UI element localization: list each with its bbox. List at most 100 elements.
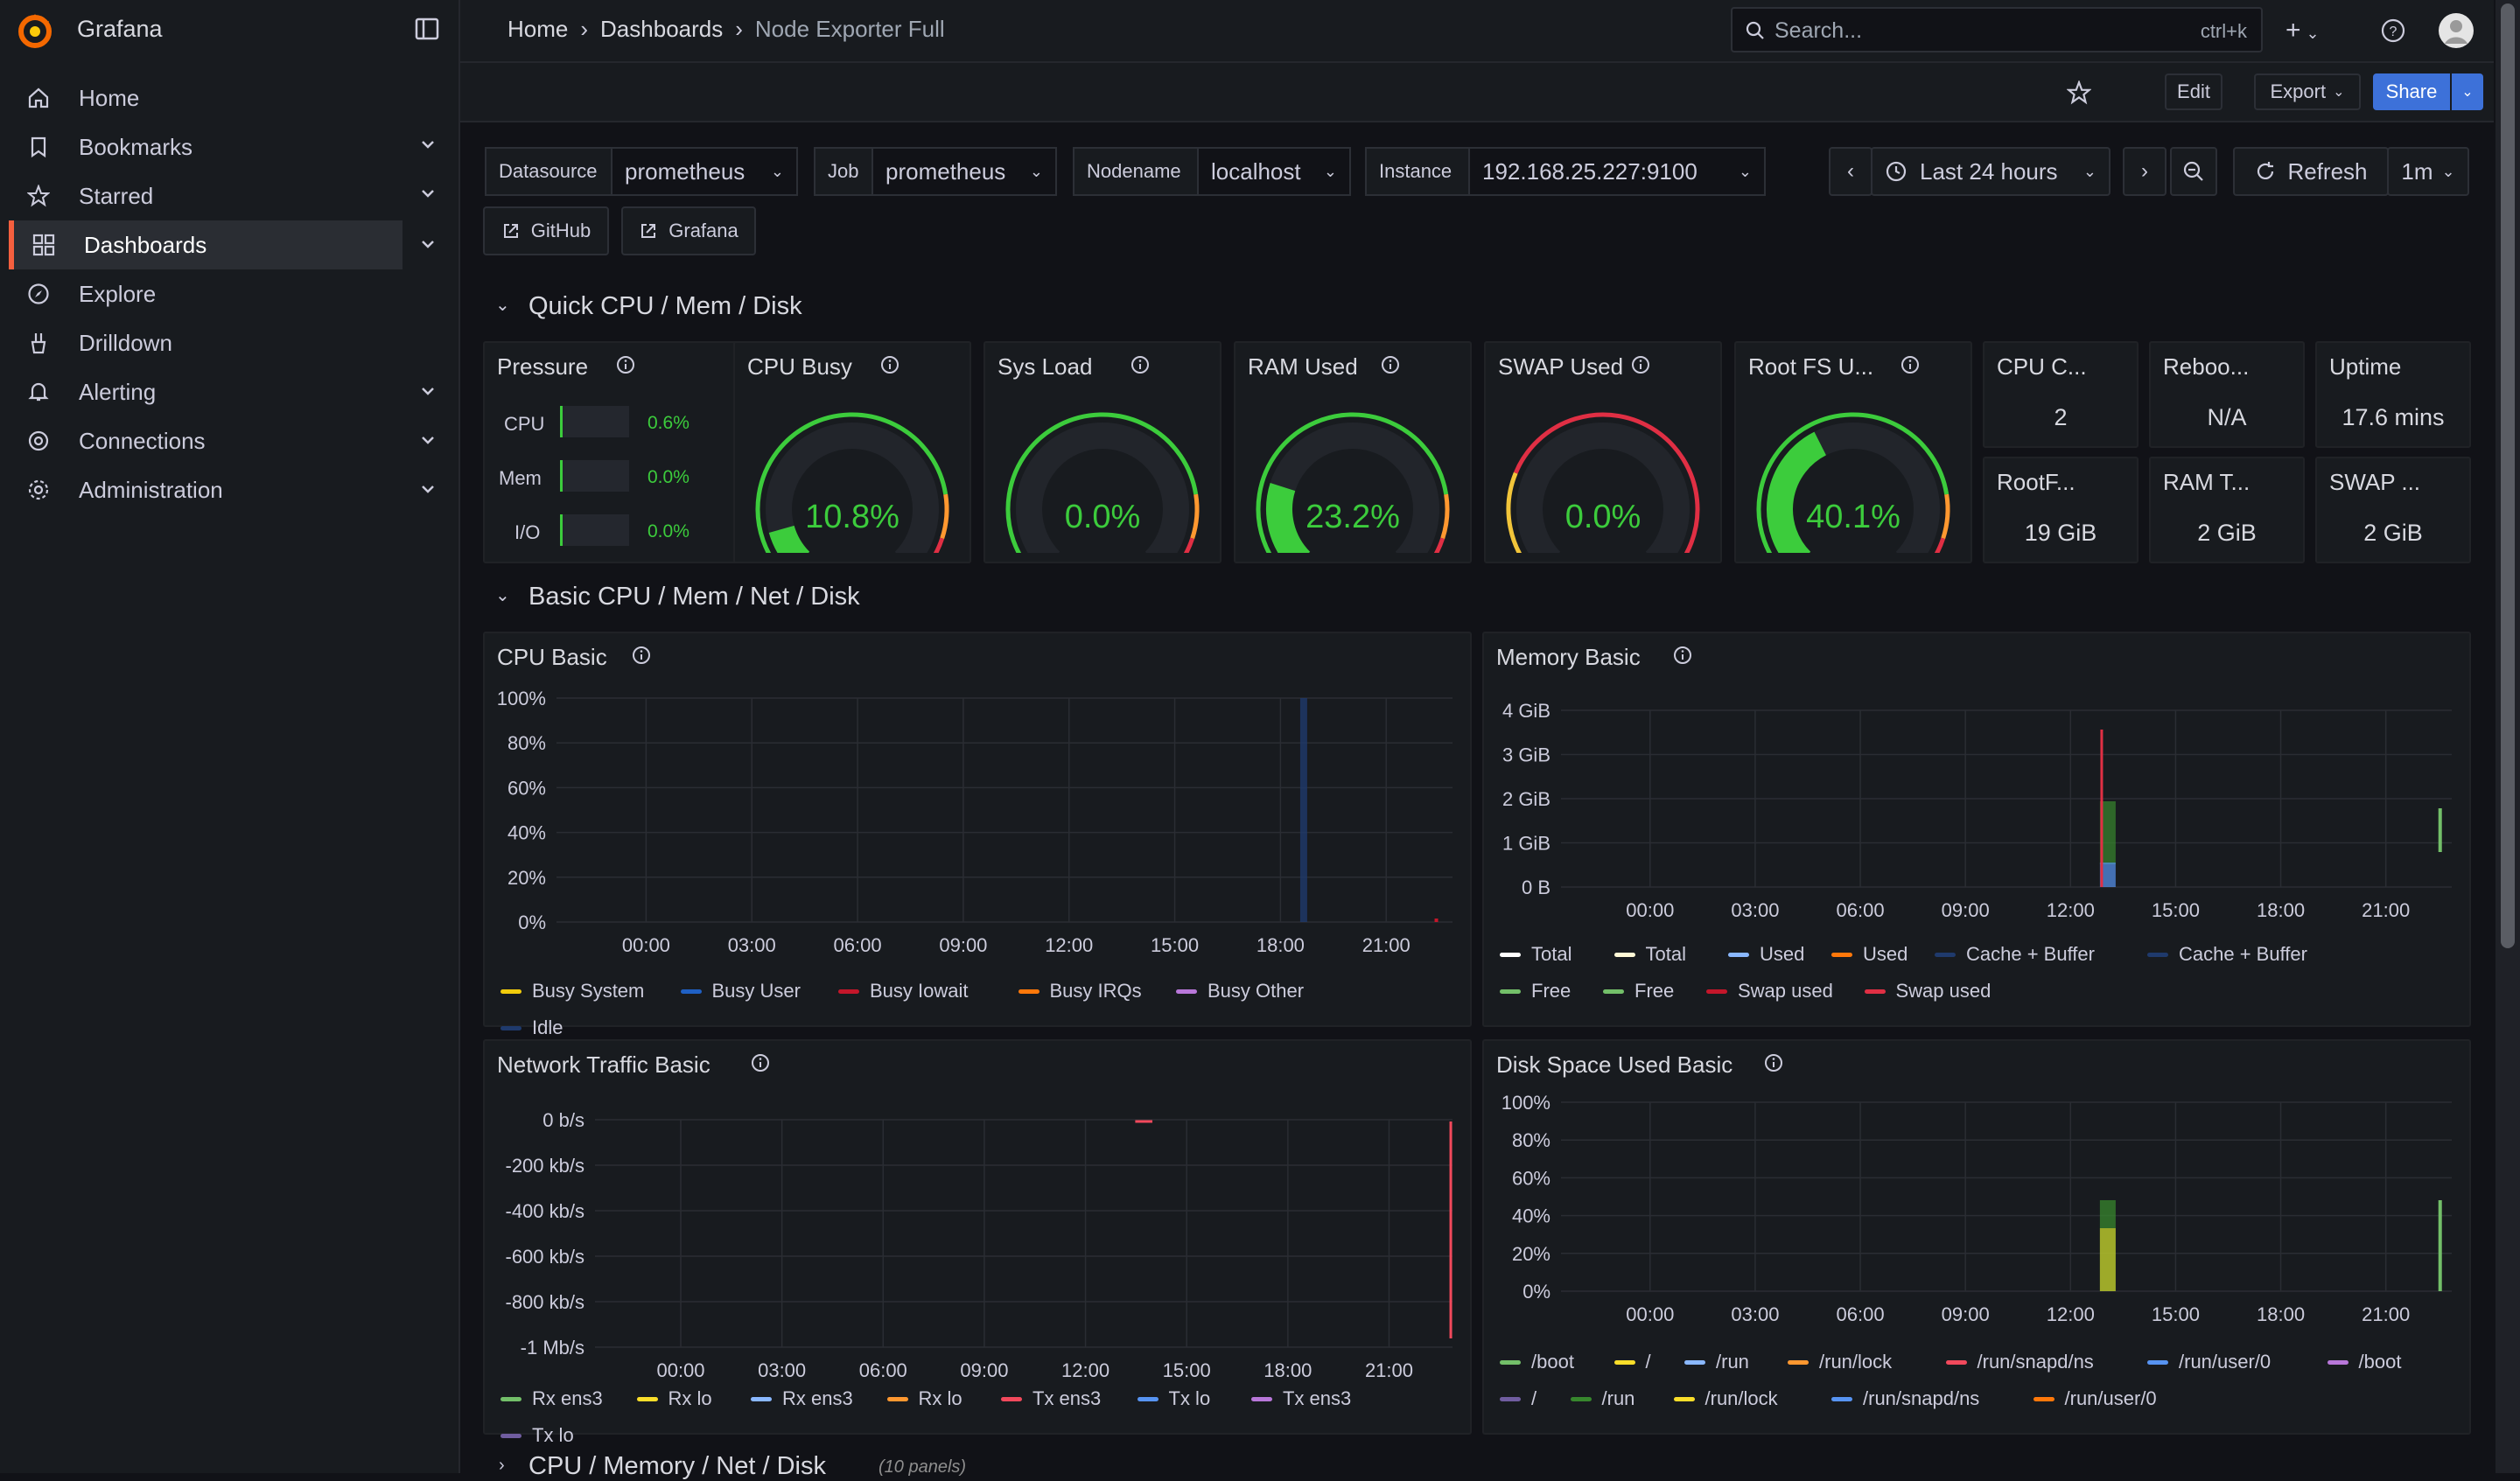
add-new-button[interactable]: + ⌄	[2286, 16, 2320, 45]
sidebar-item-home[interactable]: Home	[9, 73, 397, 122]
share-button[interactable]: Share	[2373, 73, 2450, 110]
legend-swatch	[2327, 1359, 2348, 1365]
row-title-basic[interactable]: Basic CPU / Mem / Net / Disk	[528, 583, 860, 611]
info-icon[interactable]	[1673, 646, 1692, 665]
sidebar-item-drilldown[interactable]: Drilldown	[9, 318, 397, 367]
legend-item[interactable]: /run/user/0	[2147, 1351, 2271, 1373]
breadcrumb-separator-icon: ›	[735, 16, 743, 42]
legend-item[interactable]: Rx lo	[636, 1387, 712, 1410]
sidebar-item-administration[interactable]: Administration	[9, 465, 397, 514]
scrollbar-thumb[interactable]	[2501, 3, 2515, 948]
zoom-out-button[interactable]	[2170, 147, 2217, 196]
legend-item[interactable]: Total	[1614, 943, 1686, 966]
legend-item[interactable]: Busy IRQs	[1018, 980, 1142, 1002]
info-icon[interactable]	[1764, 1053, 1783, 1072]
chevron-down-icon[interactable]	[416, 182, 439, 205]
edit-button[interactable]: Edit	[2165, 73, 2222, 110]
legend-item[interactable]: Tx lo	[500, 1424, 574, 1447]
grafana-link-button[interactable]: Grafana	[621, 206, 756, 255]
legend-item[interactable]: Tx ens3	[1001, 1387, 1101, 1410]
legend-item[interactable]: /run/lock	[1673, 1387, 1778, 1410]
sidebar-item-alerting[interactable]: Alerting	[9, 367, 397, 416]
sidebar-item-starred[interactable]: Starred	[9, 171, 397, 220]
cpu-basic-chart[interactable]: 100% 80% 60% 40% 20% 0% 00:00 03:00 06:00 09:00 12…	[485, 677, 1470, 975]
legend-item[interactable]: Busy Iowait	[838, 980, 969, 1002]
legend-item[interactable]: Idle	[500, 1016, 563, 1039]
chevron-down-icon[interactable]	[416, 429, 439, 451]
chevron-down-icon[interactable]: ⌄	[495, 584, 510, 606]
legend-item[interactable]: Rx ens3	[751, 1387, 853, 1410]
info-icon[interactable]	[1900, 355, 1920, 374]
legend-item[interactable]: /run/snapd/ns	[1945, 1351, 2094, 1373]
sidebar-item-dashboards[interactable]: Dashboards	[9, 220, 402, 269]
network-basic-chart[interactable]: 0 b/s -200 kb/s -400 kb/s -600 kb/s -800 kb/…	[485, 1085, 1470, 1382]
legend-item[interactable]: Cache + Buffer	[2147, 943, 2307, 966]
legend-item[interactable]: Swap used	[1864, 980, 1991, 1002]
info-icon[interactable]	[1130, 355, 1150, 374]
legend-item[interactable]: Rx ens3	[500, 1387, 603, 1410]
star-icon[interactable]	[2067, 80, 2091, 105]
time-range-picker[interactable]: Last 24 hours ⌄	[1871, 147, 2110, 196]
sidebar-item-connections[interactable]: Connections	[9, 416, 397, 465]
legend-item[interactable]: Busy System	[500, 980, 644, 1002]
legend-item[interactable]: Free	[1603, 980, 1674, 1002]
sidebar-item-explore[interactable]: Explore	[9, 269, 397, 318]
disk-basic-chart[interactable]: 100% 80% 60% 40% 20% 0% 00:00 03:00 06:00 09:00 12…	[1484, 1085, 2469, 1347]
legend-item[interactable]: Rx lo	[886, 1387, 962, 1410]
legend-item[interactable]: /run/user/0	[2033, 1387, 2157, 1410]
legend-item[interactable]: /	[1500, 1387, 1536, 1410]
legend-item[interactable]: /boot	[2327, 1351, 2401, 1373]
legend-item[interactable]: Busy User	[680, 980, 801, 1002]
sidebar-item-bookmarks[interactable]: Bookmarks	[9, 122, 397, 171]
legend-item[interactable]: Swap used	[1706, 980, 1833, 1002]
chevron-down-icon[interactable]	[416, 380, 439, 402]
github-link-button[interactable]: GitHub	[483, 206, 609, 255]
time-back-button[interactable]: ‹	[1829, 147, 1872, 196]
instance-select[interactable]: 192.168.25.227:9100 ⌄	[1468, 147, 1766, 196]
breadcrumb-home[interactable]: Home	[508, 16, 568, 43]
legend-item[interactable]: /run	[1570, 1387, 1634, 1410]
legend-item[interactable]: /run/lock	[1788, 1351, 1892, 1373]
chevron-down-icon[interactable]	[416, 478, 439, 500]
refresh-interval-select[interactable]: 1m ⌄	[2387, 147, 2469, 196]
chevron-down-icon[interactable]	[416, 133, 439, 156]
job-select[interactable]: prometheus ⌄	[872, 147, 1057, 196]
memory-basic-chart[interactable]: 4 GiB 3 GiB 2 GiB 1 GiB 0 B 00:00 03:00 06:00 09…	[1484, 677, 2469, 940]
legend-item[interactable]: Free	[1500, 980, 1571, 1002]
info-icon[interactable]	[1381, 355, 1400, 374]
row-title-quick[interactable]: Quick CPU / Mem / Disk	[528, 292, 802, 321]
chevron-down-icon[interactable]: ⌄	[495, 294, 510, 316]
legend-item[interactable]: /run/snapd/ns	[1831, 1387, 1979, 1410]
legend-item[interactable]: Busy Other	[1176, 980, 1304, 1002]
legend-item[interactable]: Tx lo	[1137, 1387, 1210, 1410]
info-icon[interactable]	[616, 355, 635, 374]
x-tick-label: 12:00	[2047, 899, 2095, 921]
legend-item[interactable]: /	[1614, 1351, 1651, 1373]
nodename-select[interactable]: localhost ⌄	[1197, 147, 1351, 196]
scrollbar-track[interactable]	[2496, 0, 2520, 1473]
info-icon[interactable]	[751, 1053, 770, 1072]
row-title-cpu-memory[interactable]: CPU / Memory / Net / Disk	[528, 1452, 826, 1481]
grafana-logo-icon[interactable]	[16, 12, 54, 51]
breadcrumb-dashboards[interactable]: Dashboards	[600, 16, 723, 43]
datasource-select[interactable]: prometheus ⌄	[611, 147, 798, 196]
share-dropdown-button[interactable]: ⌄	[2452, 73, 2483, 110]
help-icon[interactable]: ?	[2380, 17, 2406, 44]
info-icon[interactable]	[632, 646, 651, 665]
info-icon[interactable]	[880, 355, 900, 374]
legend-item[interactable]: Cache + Buffer	[1935, 943, 2095, 966]
avatar[interactable]	[2438, 12, 2474, 49]
legend-item[interactable]: /boot	[1500, 1351, 1574, 1373]
legend-item[interactable]: Tx ens3	[1251, 1387, 1351, 1410]
time-forward-button[interactable]: ›	[2123, 147, 2166, 196]
refresh-button[interactable]: Refresh	[2233, 147, 2389, 196]
legend-item[interactable]: Used	[1728, 943, 1804, 966]
search-input[interactable]: Search... ctrl+k	[1731, 7, 2263, 52]
legend-item[interactable]: /run	[1684, 1351, 1749, 1373]
legend-item[interactable]: Total	[1500, 943, 1572, 966]
export-button[interactable]: Export ⌄	[2254, 73, 2361, 110]
legend-item[interactable]: Used	[1831, 943, 1908, 966]
dock-menu-icon[interactable]	[415, 17, 439, 40]
info-icon[interactable]	[1631, 355, 1650, 374]
chevron-down-icon[interactable]	[416, 233, 439, 255]
